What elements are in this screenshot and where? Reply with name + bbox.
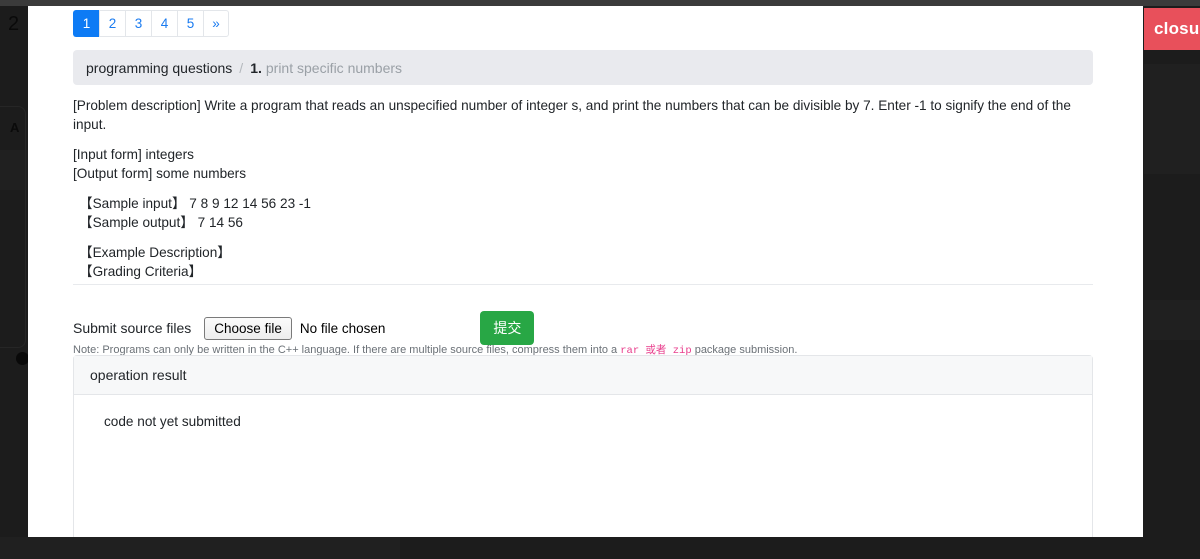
problem-description: [Problem description] Write a program th… — [73, 98, 1071, 132]
pagination-page-3[interactable]: 3 — [125, 10, 151, 37]
problem-sample-input: 【Sample input】 7 8 9 12 14 56 23 -1 — [79, 196, 311, 211]
breadcrumb: programming questions / 1. print specifi… — [73, 50, 1093, 85]
breadcrumb-separator: / — [239, 59, 244, 76]
pagination-page-1[interactable]: 1 — [73, 10, 99, 37]
section-divider — [73, 284, 1093, 285]
closure-ribbon-label: closure — [1154, 19, 1200, 38]
problem-sample-output: 【Sample output】 7 14 56 — [79, 215, 243, 230]
problem-example-description: 【Example Description】 — [79, 245, 231, 260]
backdrop-block — [1144, 300, 1200, 340]
pagination-next-button[interactable]: » — [203, 10, 229, 37]
breadcrumb-title: print specific numbers — [265, 59, 403, 76]
pagination-page-4[interactable]: 4 — [151, 10, 177, 37]
backdrop-block — [1144, 64, 1200, 174]
operation-result-body: code not yet submitted — [104, 414, 241, 429]
submit-source-files-label: Submit source files — [73, 320, 192, 336]
submit-source-files-row: Submit source files Choose file No file … — [73, 311, 535, 345]
backdrop-partial-number: 2 — [8, 13, 20, 35]
pagination: 1 2 3 4 5 » — [73, 10, 229, 37]
backdrop-block — [0, 537, 400, 559]
closure-ribbon: closure — [1144, 8, 1200, 50]
problem-grading-criteria: 【Grading Criteria】 — [79, 264, 203, 279]
operation-result-header: operation result — [74, 356, 1092, 395]
submit-button[interactable]: 提交 — [480, 311, 535, 345]
pagination-page-2[interactable]: 2 — [99, 10, 125, 37]
file-status-text: No file chosen — [299, 320, 386, 336]
file-upload-control[interactable]: Choose file No file chosen — [204, 316, 386, 340]
problem-modal: 1 2 3 4 5 » programming questions / 1. p… — [28, 6, 1143, 537]
pagination-page-5[interactable]: 5 — [177, 10, 203, 37]
problem-input-form: [Input form] integers — [73, 147, 194, 162]
backdrop-card-outline — [0, 106, 26, 348]
problem-statement: [Problem description] Write a program th… — [73, 96, 1103, 281]
choose-file-button[interactable]: Choose file — [204, 316, 292, 340]
breadcrumb-root[interactable]: programming questions — [86, 60, 232, 76]
operation-result-card: operation result code not yet submitted — [73, 355, 1093, 537]
problem-output-form: [Output form] some numbers — [73, 166, 247, 181]
breadcrumb-number: 1. — [250, 59, 262, 76]
